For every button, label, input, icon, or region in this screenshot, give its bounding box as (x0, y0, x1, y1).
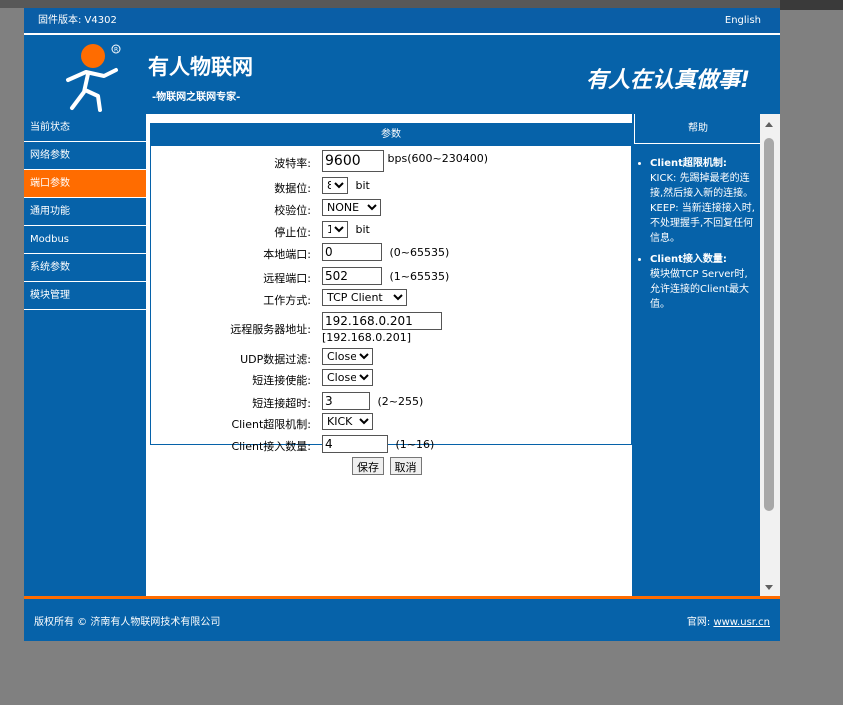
help-item-client-count-text: 模块做TCP Server时,允许连接的Client最大值。 (650, 269, 749, 310)
baud-label: 波特率: (274, 157, 311, 170)
slogan: 有人在认真做事! (585, 68, 750, 93)
remote-address-row: 远程服务器地址: [192.168.0.201] (151, 312, 631, 346)
copyright-text: 版权所有 © 济南有人物联网技术有限公司 (34, 617, 221, 628)
sidebar-item-modbus[interactable]: Modbus (24, 226, 146, 254)
form-buttons: 保存 取消 (351, 457, 423, 475)
language-switch-link[interactable]: English (725, 8, 761, 33)
short-timeout-input[interactable] (322, 392, 370, 410)
parity-row: 校验位: NONE (151, 199, 631, 219)
help-content: Client超限机制: KICK: 先踢掉最老的连接,然后接入新的连接。 KEE… (638, 156, 756, 318)
website-label: 官网: (686, 617, 711, 628)
local-port-label: 本地端口: (263, 248, 311, 261)
sidebar-nav: 当前状态 网络参数 端口参数 通用功能 Modbus 系统参数 模块管理 (24, 114, 146, 597)
local-port-input[interactable] (322, 243, 382, 261)
sidebar-item-module-management[interactable]: 模块管理 (24, 282, 146, 310)
client-limit-select[interactable]: KICK (322, 413, 373, 430)
brand-header: R 有人物联网 -物联网之联网专家- 有人在认真做事! (24, 35, 780, 118)
short-connection-row: 短连接使能: Close (151, 369, 631, 389)
work-mode-select[interactable]: TCP Client (322, 289, 407, 306)
local-port-row: 本地端口: (0~65535) (151, 242, 631, 263)
local-port-range-hint: (0~65535) (389, 245, 450, 259)
remote-port-input[interactable] (322, 267, 382, 285)
parity-label: 校验位: (274, 204, 311, 217)
client-limit-row: Client超限机制: KICK (151, 412, 631, 432)
baud-row: 波特率: bps(600~230400) (151, 150, 631, 174)
sidebar-item-system-params[interactable]: 系统参数 (24, 254, 146, 282)
data-bits-label: 数据位: (274, 182, 311, 195)
udp-filter-select[interactable]: Close (322, 348, 373, 365)
data-bits-row: 数据位: 8 bit (151, 177, 631, 197)
stop-bits-label: 停止位: (274, 226, 311, 239)
udp-filter-row: UDP数据过滤: Close (151, 348, 631, 368)
work-mode-label: 工作方式: (263, 294, 311, 307)
client-count-range-hint: (1~16) (395, 437, 435, 451)
svg-text:R: R (114, 47, 118, 54)
short-timeout-row: 短连接超时: (2~255) (151, 390, 631, 411)
remote-address-input[interactable] (322, 312, 442, 330)
short-connection-label: 短连接使能: (252, 374, 311, 387)
panel-title: 参数 (151, 124, 631, 146)
save-button[interactable]: 保存 (352, 457, 384, 475)
footer: 版权所有 © 济南有人物联网技术有限公司 官网: www.usr.cn (24, 599, 780, 641)
title-bar: 固件版本: V4302 English (24, 8, 780, 33)
short-timeout-range-hint: (2~255) (377, 394, 424, 408)
main-content: 参数 波特率: bps(600~230400) 数据位: 8 bit 校验 (146, 114, 632, 597)
window-top-strip-right (780, 0, 843, 10)
data-bits-select[interactable]: 8 (322, 177, 348, 194)
vertical-scrollbar[interactable] (760, 114, 780, 597)
parity-select[interactable]: NONE (322, 199, 381, 216)
help-item-kick-text: KICK: 先踢掉最老的连接,然后接入新的连接。 (650, 173, 754, 199)
brand-name: 有人物联网 (148, 55, 253, 79)
scroll-up-arrow-icon[interactable] (765, 122, 773, 127)
client-count-input[interactable] (322, 435, 388, 453)
udp-filter-label: UDP数据过滤: (240, 353, 311, 366)
help-item-client-count-title: Client接入数量: (650, 254, 727, 265)
remote-address-resolved: [192.168.0.201] (322, 331, 412, 344)
params-panel: 参数 波特率: bps(600~230400) 数据位: 8 bit 校验 (150, 123, 632, 453)
help-item-client-limit-title: Client超限机制: (650, 158, 727, 169)
stop-bits-select[interactable]: 1 (322, 221, 348, 238)
scroll-thumb[interactable] (764, 138, 774, 511)
client-limit-label: Client超限机制: (231, 418, 311, 431)
work-mode-row: 工作方式: TCP Client (151, 289, 631, 309)
baud-range-hint: bps(600~230400) (387, 152, 488, 165)
short-connection-select[interactable]: Close (322, 369, 373, 386)
remote-port-row: 远程端口: (1~65535) (151, 265, 631, 286)
firmware-version: 固件版本: V4302 (38, 15, 117, 26)
brand-tagline: -物联网之联网专家- (152, 92, 241, 103)
stop-bits-unit: bit (355, 223, 370, 236)
help-panel: 帮助 Client超限机制: KICK: 先踢掉最老的连接,然后接入新的连接。 … (632, 114, 761, 597)
window-top-strip (0, 0, 843, 8)
cancel-button[interactable]: 取消 (389, 457, 422, 475)
remote-port-label: 远程端口: (263, 272, 311, 285)
client-count-label: Client接入数量: (231, 440, 311, 453)
sidebar-item-current-status[interactable]: 当前状态 (24, 114, 146, 142)
sidebar-item-general-functions[interactable]: 通用功能 (24, 198, 146, 226)
help-title: 帮助 (634, 114, 761, 144)
help-item-keep-text: KEEP: 当新连接接入时,不处理握手,不回复任何信息。 (650, 203, 755, 244)
website-link[interactable]: www.usr.cn (713, 617, 770, 628)
stop-bits-row: 停止位: 1 bit (151, 221, 631, 241)
config-page-frame: 固件版本: V4302 English R 有人物联网 -物联网之联网专家- 有… (24, 8, 780, 641)
data-bits-unit: bit (355, 179, 370, 192)
baud-input[interactable] (322, 150, 384, 172)
remote-address-label: 远程服务器地址: (230, 323, 311, 336)
website-info: 官网: www.usr.cn (687, 613, 770, 628)
scroll-down-arrow-icon[interactable] (765, 585, 773, 590)
client-count-row: Client接入数量: (1~16) (151, 433, 631, 454)
sidebar-item-network-params[interactable]: 网络参数 (24, 142, 146, 170)
usr-logo-icon: R (66, 44, 121, 112)
remote-port-range-hint: (1~65535) (389, 269, 450, 283)
short-timeout-label: 短连接超时: (252, 397, 311, 410)
sidebar-item-port-params[interactable]: 端口参数 (24, 170, 146, 198)
